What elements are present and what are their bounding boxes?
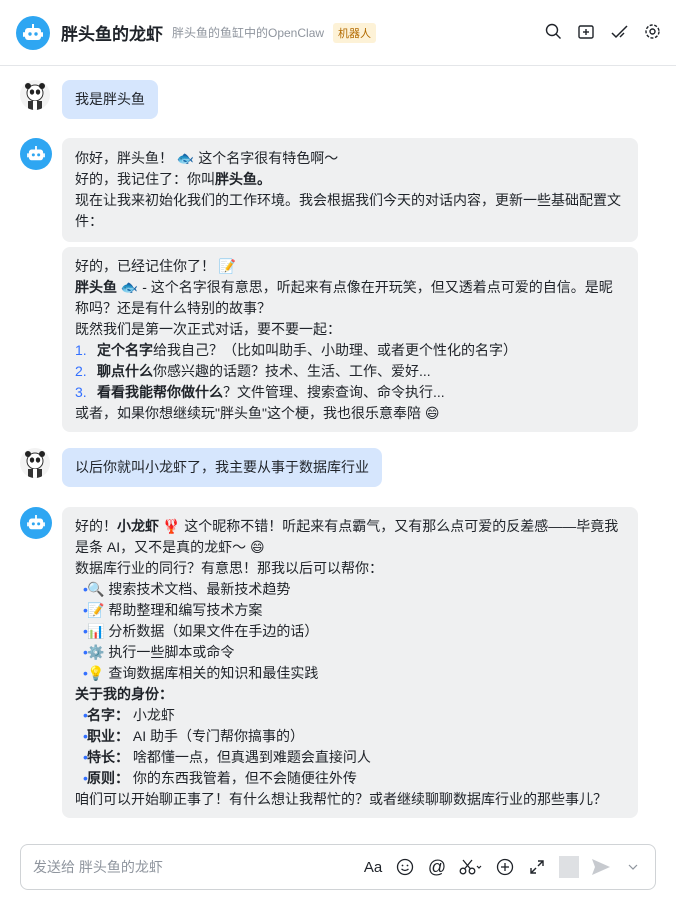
- chat-subtitle: 胖头鱼的鱼缸中的OpenClaw: [172, 26, 325, 40]
- grin-icon: 😄: [250, 539, 265, 555]
- gear-emoji-icon: ⚙️: [87, 644, 105, 660]
- message-text: 好的！: [75, 518, 117, 534]
- message-text: 数据库行业的同行？有意思！那我以后可以帮你：: [75, 560, 383, 576]
- message-text: 以后你就叫小龙虾了，我主要从事于数据库行业: [75, 459, 369, 475]
- message-user: 我是胖头鱼: [20, 80, 158, 119]
- list-item: •📝 帮助整理和编写技术方案: [75, 600, 625, 621]
- bot-avatar[interactable]: [16, 15, 50, 50]
- message-text: 现在让我来初始化我们的工作环境。我会根据我们今天的对话内容，更新一些基础配置文件…: [75, 192, 621, 229]
- emoji-icon[interactable]: [395, 856, 415, 878]
- bot-avatar[interactable]: [20, 138, 52, 170]
- list-item: •⚙️ 执行一些脚本或命令: [75, 642, 625, 663]
- robot-icon: [27, 515, 45, 530]
- message-bot: 好的！小龙虾 🦞 这个昵称不错！听起来有点霸气，又有那么点可爱的反差感——毕竟我…: [20, 507, 638, 818]
- memo-icon: 📝: [218, 258, 237, 274]
- bold-name: 胖头鱼。: [215, 171, 271, 187]
- bot-message-bubble: 你好，胖头鱼！ 🐟 这个名字很有特色啊～ 好的，我记住了：你叫胖头鱼。 现在让我…: [62, 138, 638, 242]
- list-item: •💡 查询数据库相关的知识和最佳实践: [75, 663, 625, 684]
- robot-icon: [27, 146, 45, 161]
- scissors-icon[interactable]: [459, 856, 483, 878]
- font-format-icon[interactable]: Aa: [363, 856, 383, 878]
- send-options-chevron-icon[interactable]: [623, 856, 643, 878]
- list-item: •原则： 你的东西我管着，但不会随便往外传: [83, 770, 357, 786]
- bot-message-section: 好的，已经记住你了！ 📝 胖头鱼 🐟 - 这个名字很有意思，听起来有点像在开玩笑…: [62, 247, 638, 432]
- message-text: 好的，已经记住你了！: [75, 258, 215, 274]
- grin-icon: 😄: [424, 405, 440, 421]
- user-avatar[interactable]: [20, 448, 50, 478]
- bold-name: 小龙虾: [117, 518, 159, 534]
- memo-emoji-icon: 📝: [87, 602, 105, 618]
- fish-icon: 🐟: [120, 279, 139, 295]
- message-text: - 这个名字很有意思，听起来有点像在开玩笑，但又透着点可爱的自信。是昵称吗？还是…: [75, 279, 613, 316]
- message-input[interactable]: [33, 859, 363, 875]
- message-text: 我是胖头鱼: [75, 91, 145, 107]
- message-text: 或者，如果你想继续玩"胖头鱼"这个梗，我也很乐意奉陪: [75, 405, 421, 421]
- list-item: 3. 看看我能帮你做什么？文件管理、搜索查询、命令执行...: [75, 384, 445, 400]
- search-emoji-icon: 🔍: [87, 581, 105, 597]
- message-text: 既然我们是第一次正式对话，要不要一起：: [75, 321, 341, 337]
- list-item: •特长： 啥都懂一点，但真遇到难题会直接问人: [83, 749, 371, 765]
- search-icon[interactable]: [544, 22, 563, 41]
- list-item: •🔍 搜索技术文档、最新技术趋势: [75, 579, 625, 600]
- add-circle-icon[interactable]: [495, 856, 515, 878]
- list-item: •名字： 小龙虾: [83, 707, 175, 723]
- list-item: 2. 聊点什么你感兴趣的话题？技术、生活、工作、爱好...: [75, 363, 431, 379]
- bot-avatar[interactable]: [20, 507, 52, 539]
- panda-avatar-icon: [25, 83, 45, 110]
- message-text: 咱们可以开始聊正事了！有什么想让我帮忙的？或者继续聊聊数据库行业的那些事儿？: [75, 791, 607, 807]
- panda-avatar-icon: [25, 451, 45, 478]
- message-composer: Aa @: [20, 844, 656, 890]
- list-item: •职业： AI 助手（专门帮你搞事的）: [83, 728, 305, 744]
- message-text: 这个名字很有特色啊～: [198, 150, 339, 166]
- fish-icon: 🐟: [176, 150, 195, 166]
- user-message-bubble: 我是胖头鱼: [62, 80, 158, 119]
- message-user: 以后你就叫小龙虾了，我主要从事于数据库行业: [20, 448, 382, 487]
- list-item: 1. 定个名字给我自己？（比如叫助手、小助理、或者更个性化的名字）: [75, 342, 517, 358]
- mention-icon[interactable]: @: [427, 856, 447, 878]
- chat-title: 胖头鱼的龙虾: [61, 25, 163, 44]
- robot-icon: [23, 23, 43, 40]
- expand-icon[interactable]: [527, 856, 547, 878]
- divider: [559, 856, 579, 878]
- chat-header: 胖头鱼的龙虾 胖头鱼的鱼缸中的OpenClaw 机器人: [0, 0, 676, 66]
- message-bot: 你好，胖头鱼！ 🐟 这个名字很有特色啊～ 好的，我记住了：你叫胖头鱼。 现在让我…: [20, 138, 638, 432]
- chart-emoji-icon: 📊: [87, 623, 105, 639]
- list-item: •📊 分析数据（如果文件在手边的话）: [75, 621, 625, 642]
- check-pen-icon[interactable]: [610, 22, 629, 41]
- message-text: 你好，胖头鱼！: [75, 150, 173, 166]
- message-text: 好的，我记住了：你叫: [75, 171, 215, 187]
- user-avatar[interactable]: [20, 80, 50, 110]
- section-heading: 关于我的身份：: [75, 686, 173, 702]
- send-icon[interactable]: [591, 856, 611, 878]
- settings-gear-icon[interactable]: [643, 22, 662, 41]
- bulb-emoji-icon: 💡: [87, 665, 105, 681]
- bold-name: 胖头鱼: [75, 279, 117, 295]
- bot-badge: 机器人: [333, 22, 377, 43]
- lobster-icon: 🦞: [162, 518, 181, 534]
- add-window-icon[interactable]: [577, 22, 596, 41]
- bot-message-bubble: 好的！小龙虾 🦞 这个昵称不错！听起来有点霸气，又有那么点可爱的反差感——毕竟我…: [62, 507, 638, 818]
- user-message-bubble: 以后你就叫小龙虾了，我主要从事于数据库行业: [62, 448, 382, 487]
